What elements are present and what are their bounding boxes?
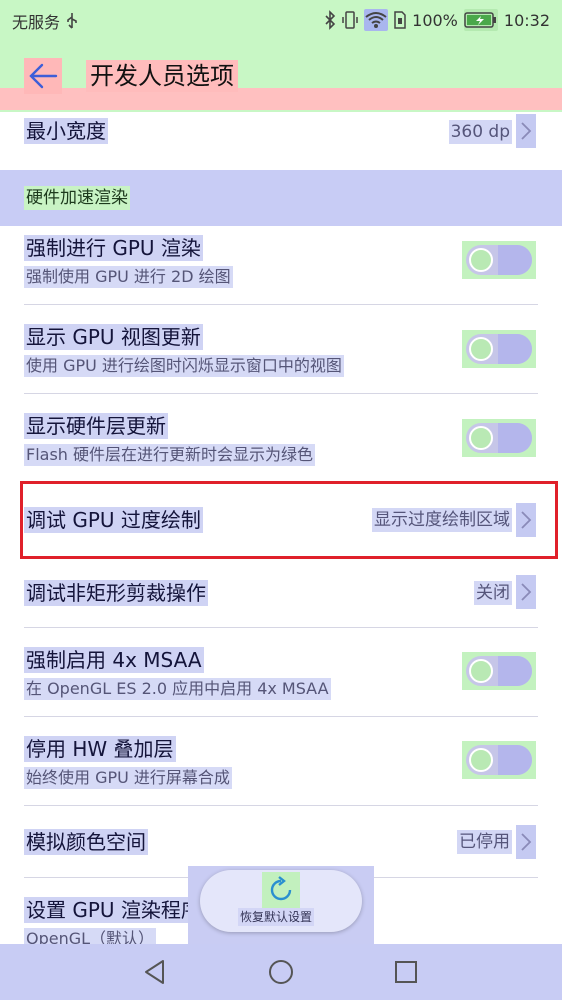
item-title: 强制启用 4x MSAA bbox=[24, 647, 204, 673]
action-bar-shadow bbox=[0, 88, 562, 110]
item-title: 调试非矩形剪裁操作 bbox=[24, 580, 208, 606]
item-title: 设置 GPU 渲染程序 bbox=[24, 897, 203, 923]
restore-defaults-label: 恢复默认设置 bbox=[238, 908, 315, 926]
wifi-icon bbox=[364, 9, 389, 31]
clock: 10:32 bbox=[503, 10, 550, 30]
item-title: 停用 HW 叠加层 bbox=[24, 736, 176, 762]
highlight-box bbox=[20, 481, 558, 559]
vibrate-icon bbox=[342, 9, 358, 31]
item-title: 最小宽度 bbox=[24, 118, 108, 144]
divider bbox=[24, 393, 538, 394]
chevron-right-icon bbox=[516, 575, 536, 609]
item-value: 关闭 bbox=[474, 581, 512, 605]
item-title: 显示 GPU 视图更新 bbox=[24, 324, 203, 350]
battery-charging-icon bbox=[463, 9, 498, 31]
toggle-switch[interactable] bbox=[462, 241, 536, 279]
bluetooth-icon bbox=[324, 9, 336, 31]
item-subtitle: Flash 硬件层在进行更新时会显示为绿色 bbox=[24, 444, 316, 466]
usb-icon bbox=[66, 10, 78, 32]
divider bbox=[24, 805, 538, 806]
divider bbox=[24, 627, 538, 628]
item-subtitle: 使用 GPU 进行绘图时闪烁显示窗口中的视图 bbox=[24, 355, 344, 377]
carrier-label: 无服务 bbox=[12, 13, 61, 32]
section-title-hardware-acceleration: 硬件加速渲染 bbox=[24, 186, 130, 210]
status-bar: 无服务 100% 10:32 bbox=[0, 0, 562, 40]
chevron-right-icon bbox=[516, 114, 536, 148]
battery-percent: 100% bbox=[412, 10, 458, 30]
nav-home-icon[interactable] bbox=[267, 958, 295, 986]
item-value: 已停用 bbox=[457, 830, 512, 854]
toggle-switch[interactable] bbox=[462, 741, 536, 779]
nav-recents-icon[interactable] bbox=[392, 958, 420, 986]
item-subtitle: 在 OpenGL ES 2.0 应用中启用 4x MSAA bbox=[24, 678, 331, 700]
back-button[interactable] bbox=[24, 58, 62, 94]
divider bbox=[24, 716, 538, 717]
toggle-switch[interactable] bbox=[462, 330, 536, 368]
toggle-switch[interactable] bbox=[462, 652, 536, 690]
item-title: 模拟颜色空间 bbox=[24, 829, 148, 855]
chevron-right-icon bbox=[516, 825, 536, 859]
item-subtitle: 始终使用 GPU 进行屏幕合成 bbox=[24, 767, 232, 789]
item-title: 强制进行 GPU 渲染 bbox=[24, 235, 203, 261]
item-title: 显示硬件层更新 bbox=[24, 413, 168, 439]
page-title: 开发人员选项 bbox=[86, 60, 238, 92]
toggle-switch[interactable] bbox=[462, 419, 536, 457]
refresh-icon bbox=[262, 872, 300, 908]
item-value: 360 dp bbox=[448, 120, 512, 144]
item-subtitle: 强制使用 GPU 进行 2D 绘图 bbox=[24, 266, 233, 288]
divider bbox=[24, 304, 538, 305]
arrow-left-icon bbox=[29, 63, 58, 89]
sim-icon bbox=[394, 9, 406, 31]
nav-back-icon[interactable] bbox=[141, 958, 169, 986]
